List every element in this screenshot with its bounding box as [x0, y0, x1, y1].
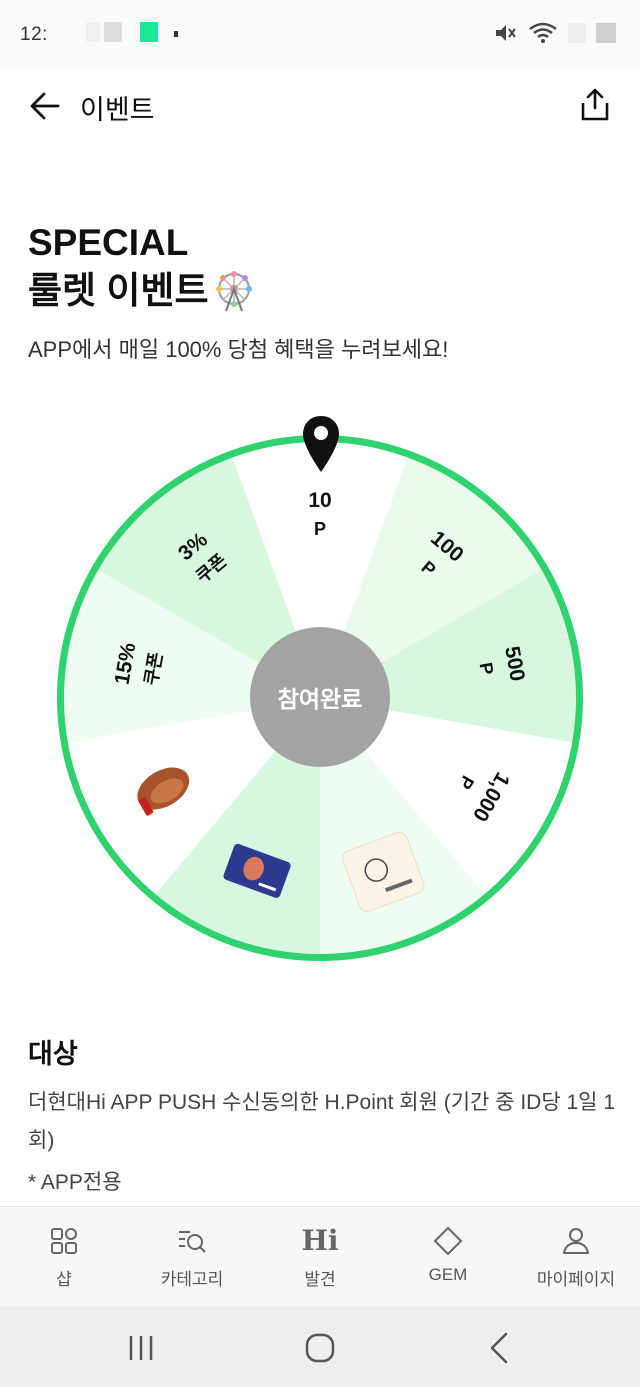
app-header: 이벤트	[0, 68, 640, 142]
tab-label: 발견	[304, 1270, 336, 1289]
mute-icon	[496, 25, 516, 41]
status-blur	[104, 22, 122, 42]
back-icon[interactable]	[480, 1328, 520, 1368]
status-blur	[568, 23, 586, 43]
status-time: 12:	[20, 24, 48, 45]
spin-button-label: 참여완료	[277, 686, 363, 712]
event-subtitle: APP에서 매일 100% 당첨 혜택을 누려보세요!	[28, 337, 449, 362]
tab-label: GEM	[428, 1265, 468, 1284]
notification-dot	[174, 31, 178, 37]
tab-shop[interactable]: 샵	[0, 1207, 128, 1306]
grid-icon	[51, 1228, 77, 1254]
spin-button[interactable]: 참여완료	[250, 627, 390, 767]
tab-label: 샵	[56, 1270, 72, 1289]
tab-label: 카테고리	[160, 1270, 224, 1289]
share-icon[interactable]	[580, 88, 610, 122]
arrow-left-icon[interactable]	[28, 88, 64, 124]
hi-logo-icon: Hi	[301, 1224, 339, 1257]
battery-icon	[596, 23, 616, 43]
event-title-line2-wrap: 룰렛 이벤트	[28, 268, 256, 314]
section-note: * APP전용	[28, 1171, 122, 1194]
home-icon[interactable]	[300, 1328, 340, 1368]
diamond-icon	[433, 1226, 463, 1256]
section-body: 더현대Hi APP PUSH 수신동의한 H.Point 회원 (기간 중 ID…	[28, 1091, 616, 1152]
status-icons	[494, 22, 616, 44]
event-title-line2: 룰렛 이벤트	[28, 270, 209, 311]
section-title: 대상	[28, 1039, 78, 1069]
system-nav-bar	[0, 1306, 640, 1387]
ferris-wheel-icon	[216, 271, 253, 312]
person-icon	[563, 1228, 589, 1254]
hi-logo-text: Hi	[301, 1224, 339, 1257]
tab-category[interactable]: 카테고리	[128, 1207, 256, 1306]
status-bar: 12:	[0, 0, 640, 68]
event-title-line1: SPECIAL	[28, 222, 189, 263]
category-search-icon	[179, 1231, 206, 1253]
wheel-unit: P	[314, 519, 326, 539]
tab-gem[interactable]: GEM	[384, 1207, 512, 1306]
location-pin-icon	[303, 416, 339, 472]
bottom-tab-bar: 샵 카테고리 Hi 발견 GEM 마이페이지	[0, 1206, 640, 1306]
recent-apps-icon[interactable]	[121, 1328, 161, 1368]
wifi-icon	[529, 22, 557, 43]
status-blur	[86, 22, 100, 42]
tab-discover[interactable]: Hi 발견	[256, 1207, 384, 1306]
page-title: 이벤트	[80, 95, 155, 125]
tab-mypage[interactable]: 마이페이지	[512, 1207, 640, 1306]
wheel-amount: 10	[308, 489, 331, 512]
notification-icon	[140, 22, 158, 42]
tab-label: 마이페이지	[536, 1270, 616, 1289]
